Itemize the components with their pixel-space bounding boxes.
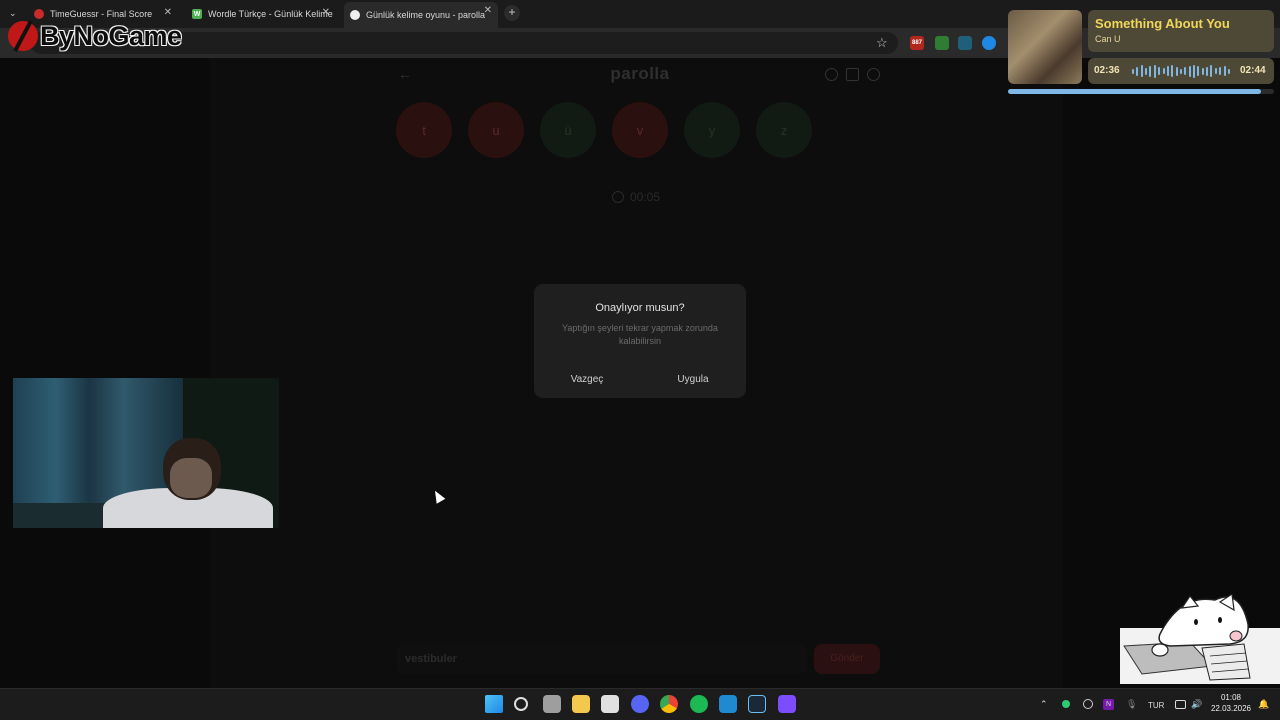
timer-value: 00:05	[630, 190, 661, 204]
letter-label: z	[780, 122, 788, 138]
parolla-icon	[350, 10, 360, 20]
letter-circle[interactable]: z	[756, 102, 812, 158]
letter-label: t	[422, 122, 426, 138]
letter-circle[interactable]: v	[612, 102, 668, 158]
watermark-text: ByNoGame	[40, 20, 182, 51]
letter-label: ü	[564, 122, 572, 138]
tab-title: Günlük kelime oyunu - parolla	[366, 10, 486, 20]
letter-label: u	[492, 122, 500, 138]
info-icon[interactable]	[825, 68, 838, 81]
timer: 00:05	[612, 190, 660, 204]
playback-progress	[1008, 89, 1274, 94]
task-view-icon[interactable]	[543, 695, 561, 713]
chevron-up-icon[interactable]: ⌃	[1040, 699, 1048, 710]
tab-parolla[interactable]: Günlük kelime oyunu - parolla ✕	[344, 2, 498, 28]
steam-icon[interactable]	[748, 695, 766, 713]
dialog-title: Onaylıyor musun?	[595, 302, 685, 314]
letter-circle[interactable]: ü	[540, 102, 596, 158]
letter-circle[interactable]: u	[468, 102, 524, 158]
profile-icon[interactable]	[867, 68, 880, 81]
close-icon[interactable]: ✕	[322, 7, 330, 18]
language-indicator[interactable]: TUR	[1148, 701, 1164, 710]
file-explorer-icon[interactable]	[572, 695, 590, 713]
volume-icon[interactable]: 🔊	[1191, 699, 1202, 710]
now-playing-widget: Something About You Can U 02:36 02:44	[1008, 10, 1274, 94]
page-title: parolla	[610, 64, 670, 83]
extension-icon[interactable]: 887	[910, 36, 924, 50]
letter-circle[interactable]: t	[396, 102, 452, 158]
tab-title: Wordle Türkçe - Günlük Kelime	[208, 9, 333, 19]
search-icon[interactable]	[514, 697, 528, 711]
clock-icon	[612, 191, 624, 203]
close-icon[interactable]: ✕	[164, 7, 172, 18]
webcam-overlay	[13, 378, 279, 528]
waveform-icon	[1132, 64, 1230, 78]
new-tab-button[interactable]: +	[504, 5, 520, 21]
stats-icon[interactable]	[846, 68, 859, 81]
onenote-icon[interactable]: N	[1103, 699, 1114, 710]
spotify-icon[interactable]	[690, 695, 708, 713]
bookmark-star-icon[interactable]: ☆	[876, 35, 888, 51]
back-arrow-icon[interactable]: ←	[398, 66, 412, 82]
apply-button[interactable]: Uygula	[662, 374, 724, 385]
extension-icon[interactable]	[982, 36, 996, 50]
close-icon[interactable]: ✕	[484, 5, 492, 16]
tray-app-icon[interactable]	[1083, 699, 1093, 709]
watermark-logo: ByNoGame	[8, 18, 182, 54]
network-icon[interactable]	[1175, 700, 1186, 709]
discord-icon[interactable]	[631, 695, 649, 713]
cancel-button[interactable]: Vazgeç	[556, 374, 618, 385]
extension-icon[interactable]	[958, 36, 972, 50]
microphone-icon[interactable]: 🎙	[1126, 699, 1137, 710]
cat-keyboard-overlay	[1120, 594, 1280, 684]
clock-time: 01:08	[1220, 693, 1242, 702]
album-art	[1008, 10, 1082, 84]
letter-circle[interactable]: y	[684, 102, 740, 158]
answer-input[interactable]: vestibuler	[397, 644, 807, 674]
system-clock[interactable]: 01:08 22.03.2026	[1206, 692, 1256, 714]
extension-icon[interactable]	[935, 36, 949, 50]
notification-bell-icon[interactable]: 🔔	[1258, 699, 1269, 710]
status-dot-icon[interactable]	[1062, 700, 1070, 708]
total-time: 02:44	[1240, 65, 1266, 76]
song-artist: Can U	[1095, 34, 1121, 44]
tab-wordle[interactable]: W Wordle Türkçe - Günlük Kelime ✕	[186, 4, 336, 24]
clock-date: 22.03.2026	[1210, 704, 1252, 713]
dialog-message: Yaptığın şeyleri tekrar yapmak zorunda k…	[562, 323, 718, 346]
chrome-icon[interactable]	[660, 695, 678, 713]
letter-label: y	[708, 122, 716, 138]
windows-start-icon[interactable]	[485, 695, 503, 713]
elapsed-time: 02:36	[1094, 65, 1120, 76]
letter-label: v	[636, 122, 644, 138]
game-controller-icon[interactable]	[778, 695, 796, 713]
vscode-icon[interactable]	[719, 695, 737, 713]
song-title: Something About You	[1095, 16, 1230, 31]
send-button[interactable]: Gönder	[814, 644, 880, 674]
store-icon[interactable]	[601, 695, 619, 713]
logo-mark-icon	[8, 21, 38, 51]
wordle-icon: W	[192, 9, 202, 19]
